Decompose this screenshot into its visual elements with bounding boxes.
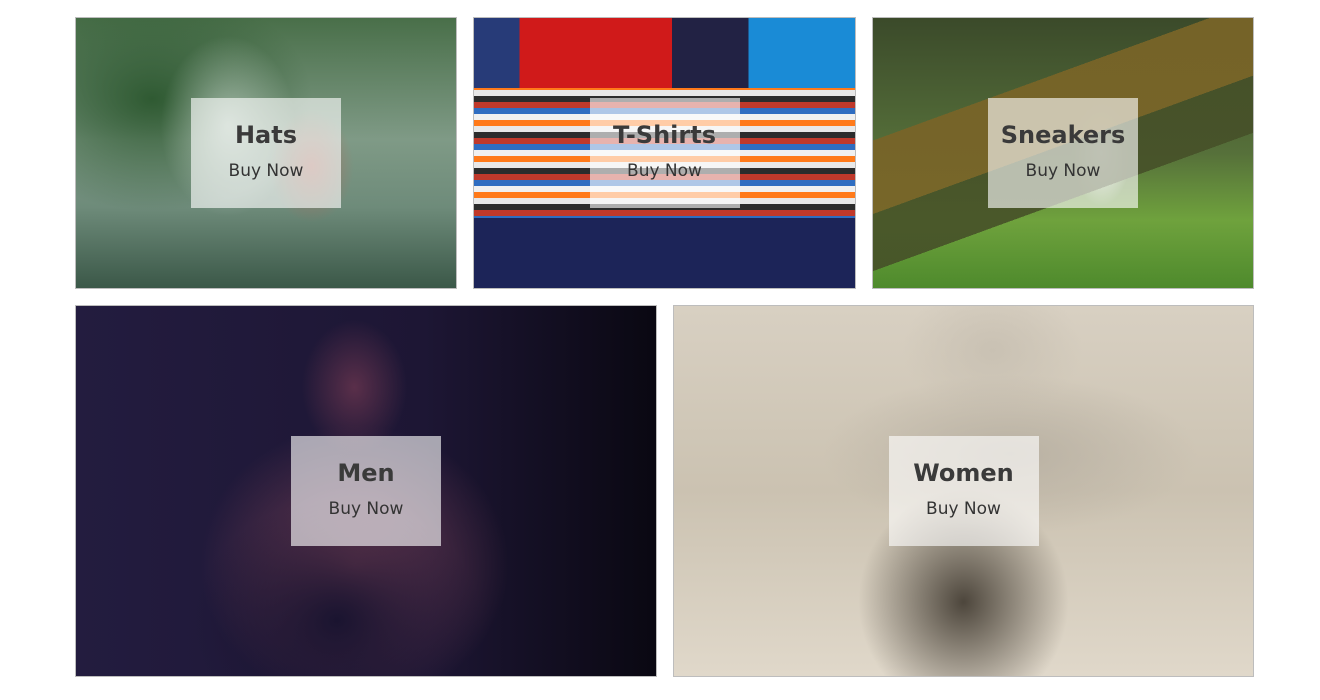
- category-title: T-Shirts: [613, 121, 716, 149]
- buy-now-link[interactable]: Buy Now: [329, 499, 404, 519]
- category-card-sneakers[interactable]: Sneakers Buy Now: [872, 17, 1254, 289]
- buy-now-link[interactable]: Buy Now: [627, 161, 702, 181]
- category-card-tshirts[interactable]: T-Shirts Buy Now: [473, 17, 856, 289]
- category-title: Sneakers: [1000, 121, 1126, 149]
- buy-now-link[interactable]: Buy Now: [926, 499, 1001, 519]
- category-title: Women: [913, 459, 1014, 487]
- buy-now-link[interactable]: Buy Now: [1026, 161, 1101, 181]
- category-card-women[interactable]: Women Buy Now: [673, 305, 1254, 677]
- buy-now-link[interactable]: Buy Now: [229, 161, 304, 181]
- category-overlay: Women Buy Now: [888, 436, 1039, 546]
- category-overlay: Sneakers Buy Now: [988, 98, 1138, 208]
- category-grid: Hats Buy Now T-Shirts Buy Now Sneakers B…: [0, 0, 1320, 700]
- category-overlay: T-Shirts Buy Now: [589, 98, 740, 208]
- category-title: Hats: [234, 121, 298, 149]
- category-title: Men: [337, 459, 395, 487]
- category-card-men[interactable]: Men Buy Now: [75, 305, 657, 677]
- category-overlay: Hats Buy Now: [191, 98, 341, 208]
- category-overlay: Men Buy Now: [291, 436, 441, 546]
- category-card-hats[interactable]: Hats Buy Now: [75, 17, 457, 289]
